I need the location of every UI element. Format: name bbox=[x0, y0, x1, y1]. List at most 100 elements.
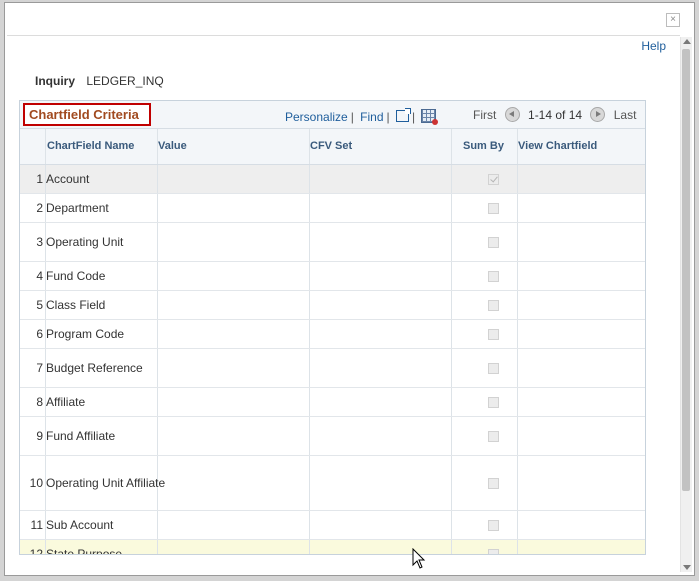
sum-by-cell bbox=[488, 320, 499, 348]
column-divider bbox=[451, 540, 452, 554]
sum-by-checkbox[interactable] bbox=[488, 173, 499, 185]
sum-by-cell bbox=[488, 456, 499, 510]
column-divider bbox=[157, 540, 158, 554]
column-divider bbox=[309, 349, 310, 387]
sum-by-checkbox[interactable] bbox=[488, 299, 499, 311]
chartfield-name-cell: Fund Code bbox=[46, 269, 106, 283]
column-divider bbox=[309, 194, 310, 222]
table-row[interactable]: 10 Operating Unit Affiliate bbox=[20, 456, 645, 511]
column-divider bbox=[157, 388, 158, 416]
table-row[interactable]: 3 Operating Unit bbox=[20, 223, 645, 262]
table-row[interactable]: 12 State Purpose bbox=[20, 540, 645, 555]
grid-toolbar: Chartfield Criteria Personalize | Find | |… bbox=[20, 101, 645, 129]
close-icon[interactable]: × bbox=[666, 13, 680, 27]
col-sum-by[interactable]: Sum By bbox=[463, 140, 504, 152]
column-divider bbox=[517, 540, 518, 554]
table-row[interactable]: 4 Fund Code bbox=[20, 262, 645, 291]
sum-by-checkbox[interactable] bbox=[488, 519, 499, 531]
chartfield-name-cell: Program Code bbox=[46, 327, 125, 341]
column-divider bbox=[517, 456, 518, 510]
column-divider bbox=[517, 165, 518, 193]
sum-by-checkbox[interactable] bbox=[488, 270, 499, 282]
col-value[interactable]: Value bbox=[158, 140, 187, 152]
row-number: 4 bbox=[36, 269, 43, 283]
download-to-excel-icon[interactable] bbox=[421, 109, 439, 125]
next-arrow-icon[interactable] bbox=[590, 107, 606, 122]
sum-by-cell bbox=[488, 349, 499, 387]
view-chartfield-cell bbox=[580, 388, 591, 416]
col-cfv-set[interactable]: CFV Set bbox=[310, 140, 352, 152]
row-number: 3 bbox=[36, 235, 43, 249]
column-divider bbox=[451, 223, 452, 261]
table-row[interactable]: 6 Program Code bbox=[20, 320, 645, 349]
column-divider bbox=[517, 320, 518, 348]
grid-title: Chartfield Criteria bbox=[23, 103, 151, 126]
sum-by-checkbox[interactable] bbox=[488, 202, 499, 214]
table-row[interactable]: 2 Department bbox=[20, 194, 645, 223]
table-row[interactable]: 8 Affiliate bbox=[20, 388, 645, 417]
view-chartfield-cell bbox=[580, 511, 591, 539]
sum-by-cell bbox=[488, 540, 499, 554]
chartfield-name-cell: Account bbox=[46, 172, 90, 186]
chartfield-name-cell: Operating Unit Affiliate bbox=[46, 476, 166, 490]
row-number: 2 bbox=[36, 201, 43, 215]
help-link[interactable]: Help bbox=[641, 39, 666, 53]
last-link[interactable]: Last bbox=[614, 108, 637, 122]
column-divider bbox=[451, 417, 452, 455]
table-row[interactable]: 1 Account bbox=[20, 165, 645, 194]
sum-by-cell bbox=[488, 165, 499, 193]
column-divider bbox=[157, 194, 158, 222]
sum-by-checkbox[interactable] bbox=[488, 477, 499, 489]
column-divider bbox=[517, 388, 518, 416]
column-divider bbox=[309, 540, 310, 554]
personalize-link[interactable]: Personalize bbox=[285, 110, 348, 124]
column-divider bbox=[451, 320, 452, 348]
find-link[interactable]: Find bbox=[360, 110, 383, 124]
vertical-scrollbar[interactable] bbox=[680, 37, 692, 572]
column-divider bbox=[309, 417, 310, 455]
column-divider bbox=[309, 262, 310, 290]
row-number: 12 bbox=[29, 547, 43, 555]
scroll-down-arrow-icon[interactable] bbox=[683, 565, 691, 570]
column-divider bbox=[517, 417, 518, 455]
column-divider bbox=[451, 194, 452, 222]
sum-by-checkbox[interactable] bbox=[488, 548, 499, 554]
previous-arrow-icon[interactable] bbox=[504, 107, 520, 122]
chartfield-name-cell: Budget Reference bbox=[46, 361, 143, 375]
scrollbar-thumb[interactable] bbox=[682, 49, 690, 491]
scroll-up-arrow-icon[interactable] bbox=[683, 39, 691, 44]
chartfield-criteria-grid: Chartfield Criteria Personalize | Find | |… bbox=[19, 100, 646, 555]
sum-by-checkbox[interactable] bbox=[488, 328, 499, 340]
sum-by-checkbox[interactable] bbox=[488, 236, 499, 248]
col-view-chartfield[interactable]: View Chartfield bbox=[518, 140, 597, 152]
row-number: 9 bbox=[36, 429, 43, 443]
table-row[interactable]: 11 Sub Account bbox=[20, 511, 645, 540]
column-divider bbox=[309, 291, 310, 319]
sum-by-checkbox[interactable] bbox=[488, 362, 499, 374]
col-chartfield-name[interactable]: ChartField Name bbox=[47, 140, 134, 152]
table-row[interactable]: 9 Fund Affiliate bbox=[20, 417, 645, 456]
sum-by-cell bbox=[488, 223, 499, 261]
chartfield-name-cell: Operating Unit bbox=[46, 235, 124, 249]
table-row[interactable]: 7 Budget Reference bbox=[20, 349, 645, 388]
view-chartfield-cell bbox=[580, 349, 591, 387]
row-number: 6 bbox=[36, 327, 43, 341]
row-number: 7 bbox=[36, 361, 43, 375]
sum-by-cell bbox=[488, 417, 499, 455]
view-chartfield-cell bbox=[580, 165, 591, 193]
inquiry-label: Inquiry bbox=[35, 74, 76, 88]
sum-by-checkbox[interactable] bbox=[488, 430, 499, 442]
column-divider bbox=[517, 194, 518, 222]
grid-actions: Personalize | Find | | bbox=[285, 108, 439, 125]
grid-pager: First 1-14 of 14 Last bbox=[473, 107, 636, 122]
first-link[interactable]: First bbox=[473, 108, 496, 122]
column-divider bbox=[517, 262, 518, 290]
row-number: 1 bbox=[36, 172, 43, 186]
table-row[interactable]: 5 Class Field bbox=[20, 291, 645, 320]
inquiry-field: Inquiry LEDGER_INQ bbox=[35, 74, 164, 88]
sum-by-cell bbox=[488, 388, 499, 416]
view-all-popup-icon[interactable] bbox=[395, 108, 411, 122]
view-chartfield-cell bbox=[580, 417, 591, 455]
sum-by-checkbox[interactable] bbox=[488, 396, 499, 408]
column-divider bbox=[451, 291, 452, 319]
